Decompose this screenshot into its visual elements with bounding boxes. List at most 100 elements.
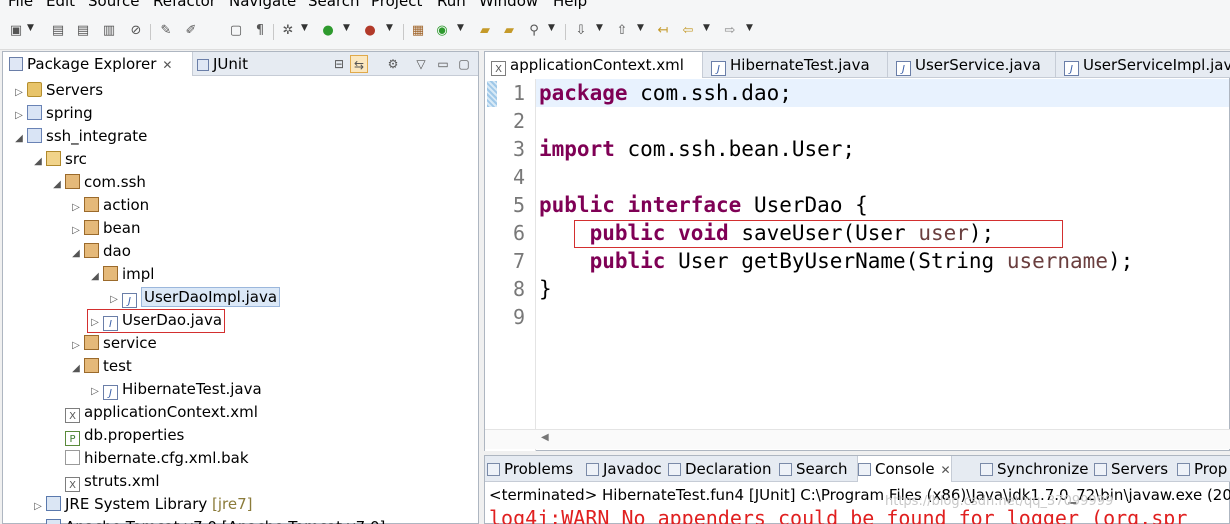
tree-node[interactable]: ◢ test [70, 355, 132, 377]
prev-annotation-icon[interactable]: ⇧ [614, 23, 630, 39]
next-annotation-icon[interactable]: ⇩ [573, 23, 589, 39]
editor-tab[interactable]: XapplicationContext.xml [485, 52, 703, 78]
run-icon[interactable]: ● [320, 23, 336, 39]
expand-arrow-icon[interactable]: ▷ [70, 335, 82, 357]
collapse-all-icon[interactable]: ⊟ [330, 55, 348, 73]
collapse-arrow-icon[interactable]: ◢ [89, 266, 101, 288]
open-type-icon[interactable]: ▢ [228, 23, 244, 39]
minimize-icon[interactable]: ▭ [434, 55, 452, 73]
tree-node[interactable]: ▷ J UserDaoImpl.java [108, 286, 281, 311]
collapse-arrow-icon[interactable]: ◢ [70, 243, 82, 265]
menu-source[interactable]: Source [88, 0, 140, 10]
close-icon[interactable]: ✕ [162, 58, 172, 72]
expand-arrow-icon[interactable]: ▷ [32, 519, 44, 524]
tree-node[interactable]: Xstruts.xml [51, 470, 160, 492]
menu-help[interactable]: Help [553, 0, 587, 10]
menu-search[interactable]: Search [308, 0, 360, 10]
prev-annotation-dropdown-icon[interactable]: ▼ [637, 23, 644, 33]
save-icon[interactable]: ▤ [50, 23, 66, 39]
tree-node[interactable]: ◢ dao [70, 240, 131, 262]
collapse-arrow-icon[interactable]: ◢ [70, 358, 82, 380]
tree-node[interactable]: XapplicationContext.xml [51, 401, 258, 423]
search-tool-icon[interactable]: ⚲ [526, 23, 542, 39]
menu-run[interactable]: Run [437, 0, 466, 10]
save-all-icon[interactable]: ▤ [75, 23, 91, 39]
pen-icon[interactable]: ✐ [183, 23, 199, 39]
tree-node[interactable]: ▷ JRE System Library [jre7] [32, 493, 252, 518]
expand-arrow-icon[interactable]: ▷ [32, 496, 44, 518]
run-dropdown-icon[interactable]: ▼ [343, 23, 350, 33]
tree-node[interactable]: ▷ spring [13, 102, 93, 124]
new-package-icon[interactable]: ▦ [410, 23, 426, 39]
tab-package-explorer[interactable]: Package Explorer ✕ [3, 52, 193, 76]
editor-tab[interactable]: J UserService.java [890, 52, 1056, 78]
search-dropdown-icon[interactable]: ▼ [548, 23, 555, 33]
link-with-editor-icon[interactable]: ⇆ [350, 55, 368, 73]
tree-node[interactable]: ▷ bean [70, 217, 140, 239]
tree-node[interactable]: ▷ action [70, 194, 149, 216]
collapse-arrow-icon[interactable]: ◢ [51, 174, 63, 196]
show-whitespace-icon[interactable]: ¶ [252, 23, 268, 39]
external-tools-icon[interactable]: ● [362, 23, 378, 39]
scroll-left-icon[interactable]: ◀ [541, 432, 549, 443]
expand-arrow-icon[interactable]: ▷ [89, 381, 101, 403]
expand-arrow-icon[interactable]: ▷ [70, 220, 82, 242]
editor-tab[interactable]: J UserServiceImpl.java [1058, 52, 1230, 78]
collapse-arrow-icon[interactable]: ◢ [13, 128, 25, 150]
horizontal-scrollbar[interactable]: ◀ [485, 429, 1230, 449]
view-menu-icon[interactable]: ▽ [412, 55, 430, 73]
focus-icon[interactable]: ⚙ [384, 55, 402, 73]
tree-node[interactable]: ▷ J HibernateTest.java [89, 378, 262, 400]
forward-icon[interactable]: ⇨ [722, 23, 738, 39]
tree-node[interactable]: ◢ com.ssh [51, 171, 146, 193]
tree-node[interactable]: ◢ ssh_integrate [13, 125, 147, 147]
tree-node[interactable]: ▷ Apache Tomcat v7.0 [Apache Tomcat v7.0] [32, 516, 385, 524]
bottom-tab[interactable]: Console ✕ [857, 456, 952, 482]
next-annotation-dropdown-icon[interactable]: ▼ [596, 23, 603, 33]
last-edit-icon[interactable]: ↤ [655, 23, 671, 39]
maximize-icon[interactable]: ▢ [455, 55, 473, 73]
debug-icon[interactable]: ✲ [280, 23, 296, 39]
bottom-tab[interactable]: Prop [1177, 456, 1227, 482]
expand-arrow-icon[interactable]: ▷ [70, 197, 82, 219]
bottom-tab[interactable]: Declaration [668, 456, 771, 482]
tree-node[interactable]: ◢ src [32, 148, 87, 170]
tree-node[interactable]: ◢ impl [89, 263, 154, 285]
new-icon[interactable]: ▣ [8, 23, 24, 39]
bottom-tab[interactable]: Servers [1094, 456, 1168, 482]
menu-window[interactable]: Window [479, 0, 538, 10]
debug-dropdown-icon[interactable]: ▼ [301, 23, 308, 33]
bottom-tab[interactable]: Search [779, 456, 848, 482]
menu-file[interactable]: File [8, 0, 33, 10]
menu-edit[interactable]: Edit [46, 0, 75, 10]
tab-junit[interactable]: JUnit [197, 52, 257, 76]
bottom-tab[interactable]: Problems [487, 456, 573, 482]
tree-node[interactable]: hibernate.cfg.xml.bak [51, 447, 249, 469]
new-class-icon[interactable]: ◉ [434, 23, 450, 39]
editor-tab[interactable]: J HibernateTest.java [705, 52, 888, 78]
open-task-icon[interactable]: ▰ [501, 23, 517, 39]
menu-project[interactable]: Project [371, 0, 422, 10]
new-dropdown-icon[interactable]: ▼ [27, 23, 34, 33]
collapse-arrow-icon[interactable]: ◢ [32, 151, 44, 173]
tree-node[interactable]: ▷ Servers [13, 79, 103, 101]
open-folder-icon[interactable]: ▰ [477, 23, 493, 39]
expand-arrow-icon[interactable]: ▷ [13, 82, 25, 104]
new-class-dropdown-icon[interactable]: ▼ [457, 23, 464, 33]
back-dropdown-icon[interactable]: ▼ [703, 23, 710, 33]
skip-breakpoints-icon[interactable]: ⊘ [128, 23, 144, 39]
code-area[interactable]: package com.ssh.dao; import com.ssh.bean.… [535, 79, 1229, 451]
expand-arrow-icon[interactable]: ▷ [13, 105, 25, 127]
bottom-tab[interactable]: Synchronize [980, 456, 1088, 482]
back-icon[interactable]: ⇦ [680, 23, 696, 39]
print-icon[interactable]: ▥ [101, 23, 117, 39]
menu-refactor[interactable]: Refactor [153, 0, 216, 10]
expand-arrow-icon[interactable]: ▷ [108, 289, 120, 311]
forward-dropdown-icon[interactable]: ▼ [746, 23, 753, 33]
tree-node[interactable]: Pdb.properties [51, 424, 184, 446]
tree-node[interactable]: ▷ service [70, 332, 157, 354]
bottom-tab[interactable]: Javadoc [586, 456, 662, 482]
toggle-mark-icon[interactable]: ✎ [158, 23, 174, 39]
external-tools-dropdown-icon[interactable]: ▼ [386, 23, 393, 33]
close-icon[interactable]: ✕ [941, 463, 951, 477]
